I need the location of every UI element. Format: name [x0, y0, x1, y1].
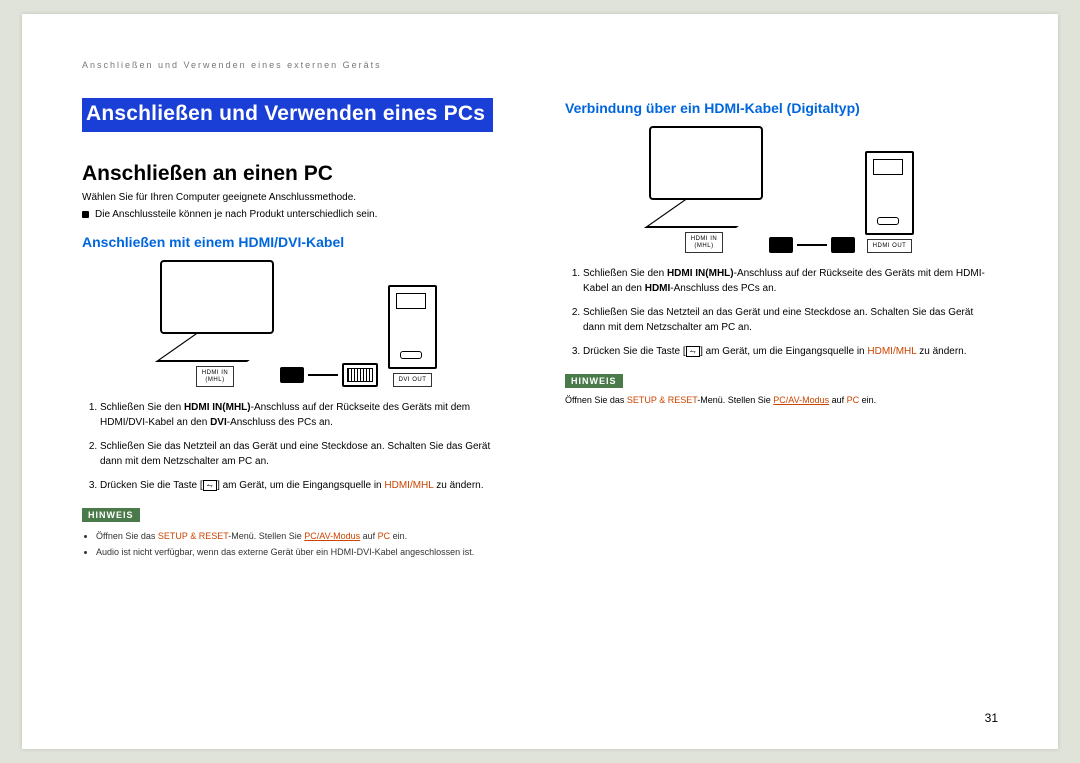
- subsection-heading: Anschließen an einen PC: [82, 162, 515, 186]
- port-label-monitor: HDMI IN (MHL): [196, 366, 235, 387]
- section-heading-dvi: Anschließen mit einem HDMI/DVI-Kabel: [82, 234, 515, 250]
- hinweis-badge: HINWEIS: [82, 508, 140, 522]
- source-button-icon: ⥊: [203, 480, 217, 492]
- cable-icon: [769, 237, 855, 253]
- hinweis-badge: HINWEIS: [565, 374, 623, 388]
- port-label-monitor: HDMI IN (MHL): [685, 232, 724, 253]
- steps-list-hdmi: Schließen Sie den HDMI IN(MHL)-Anschluss…: [565, 267, 998, 360]
- hinweis-item: Audio ist nicht verfügbar, wenn das exte…: [96, 546, 515, 559]
- step-item: Schließen Sie den HDMI IN(MHL)-Anschluss…: [583, 267, 998, 296]
- document-page: Anschließen und Verwenden eines externen…: [22, 14, 1058, 749]
- breadcrumb: Anschließen und Verwenden eines externen…: [82, 60, 998, 70]
- section-heading-hdmi: Verbindung über ein HDMI-Kabel (Digitalt…: [565, 100, 998, 116]
- port-label-pc: DVI OUT: [393, 373, 433, 388]
- right-column: Verbindung über ein HDMI-Kabel (Digitalt…: [565, 98, 998, 563]
- cable-icon: [280, 363, 378, 387]
- intro-text: Wählen Sie für Ihren Computer geeignete …: [82, 192, 515, 203]
- source-button-icon: ⥊: [686, 346, 700, 358]
- pc-icon: DVI OUT: [388, 285, 437, 388]
- step-item: Drücken Sie die Taste [⥊] am Gerät, um d…: [583, 345, 998, 360]
- pc-icon: HDMI OUT: [865, 151, 914, 254]
- steps-list-dvi: Schließen Sie den HDMI IN(MHL)-Anschluss…: [82, 401, 515, 494]
- port-label-pc: HDMI OUT: [867, 239, 913, 254]
- step-item: Drücken Sie die Taste [⥊] am Gerät, um d…: [100, 479, 515, 494]
- monitor-icon: HDMI IN (MHL): [160, 260, 270, 387]
- monitor-icon: HDMI IN (MHL): [649, 126, 759, 253]
- step-item: Schließen Sie das Netzteil an das Gerät …: [583, 306, 998, 335]
- page-number: 31: [985, 711, 998, 725]
- hinweis-list: Öffnen Sie das SETUP & RESET-Menü. Stell…: [82, 530, 515, 559]
- hinweis-item: Öffnen Sie das SETUP & RESET-Menü. Stell…: [565, 394, 998, 407]
- page-title-highlight: Anschließen und Verwenden eines PCs: [82, 98, 493, 132]
- step-item: Schließen Sie den HDMI IN(MHL)-Anschluss…: [100, 401, 515, 430]
- left-column: Anschließen und Verwenden eines PCs Ansc…: [82, 98, 515, 563]
- connection-diagram-hdmi: HDMI IN (MHL) HDMI OUT: [565, 126, 998, 253]
- connection-diagram-dvi: HDMI IN (MHL) DVI OUT: [82, 260, 515, 387]
- step-item: Schließen Sie das Netzteil an das Gerät …: [100, 440, 515, 469]
- hinweis-item: Öffnen Sie das SETUP & RESET-Menü. Stell…: [96, 530, 515, 543]
- note-bullet: Die Anschlussteile können je nach Produk…: [82, 209, 515, 220]
